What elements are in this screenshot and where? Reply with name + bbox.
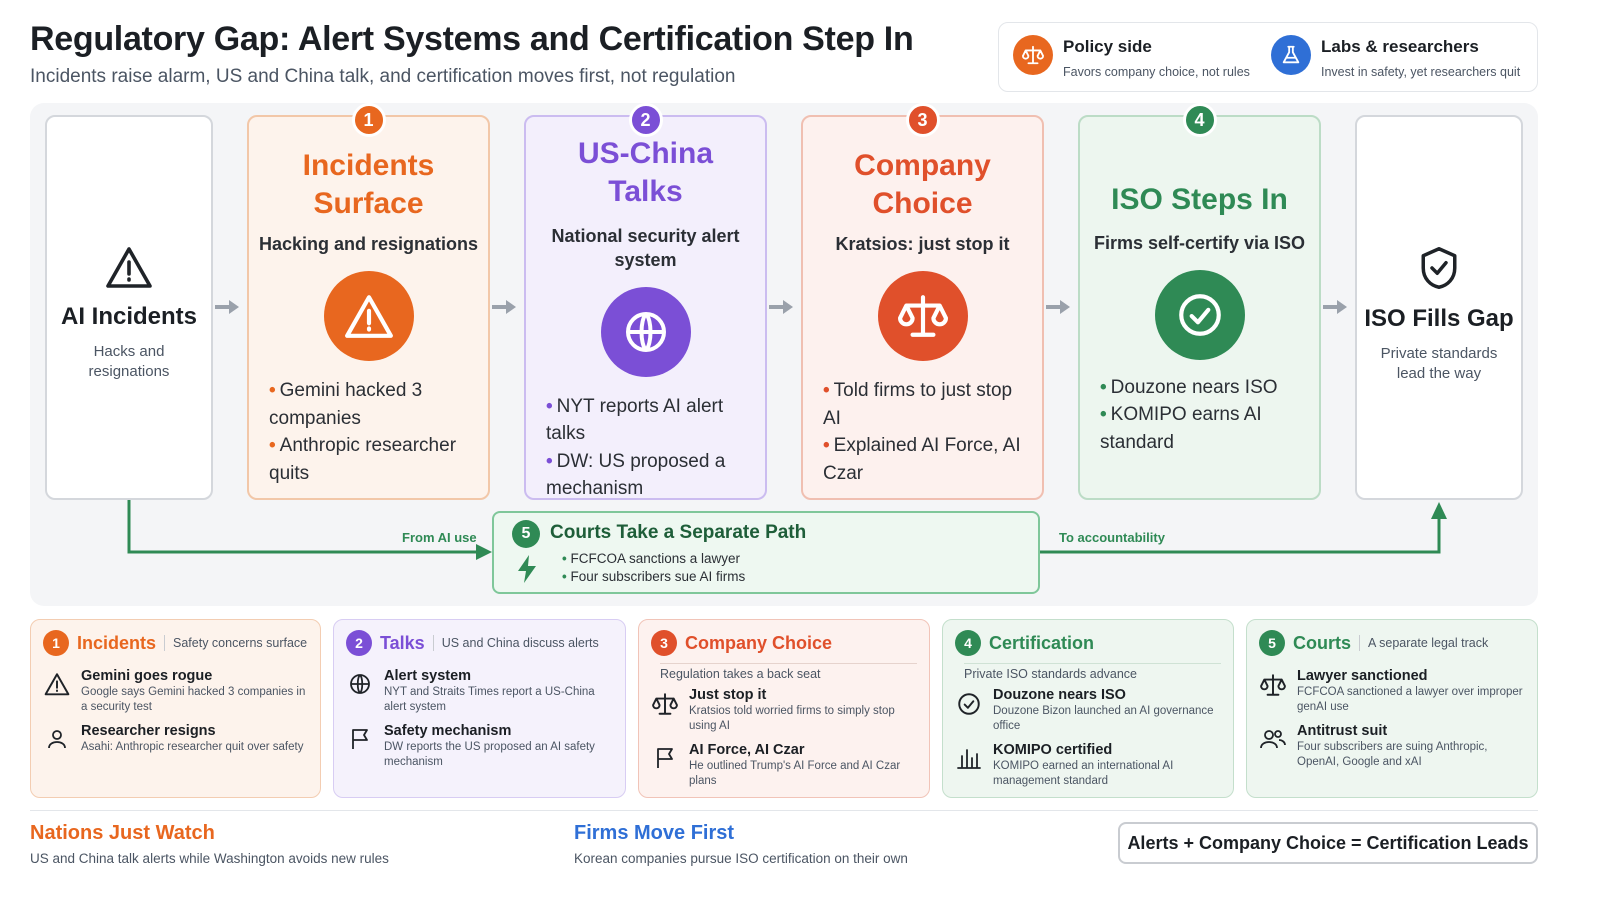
courts-bullets: • FCFCOA sanctions a lawyer • Four subsc… <box>562 550 745 586</box>
courts-badge: 5 <box>512 520 540 548</box>
item-desc: FCFCOA sanctioned a lawyer over improper… <box>1297 686 1523 713</box>
from-ai-use-label: From AI use <box>402 530 477 545</box>
item-title: AI Force, AI Czar <box>689 741 805 758</box>
item-title: Just stop it <box>689 687 767 703</box>
scale-icon <box>651 687 679 734</box>
item-desc: Google says Gemini hacked 3 companies in… <box>81 686 306 713</box>
item-title: Researcher resigns <box>81 722 216 739</box>
card-item: Safety mechanism DW reports the US propos… <box>346 723 613 770</box>
bullet-item: • Four subscribers sue AI firms <box>562 569 746 585</box>
card-item: Alert system NYT and Straits Times report… <box>346 668 613 715</box>
bar-chart-icon <box>955 742 983 789</box>
card-badge: 4 <box>955 630 981 656</box>
card-talks: 2 Talks US and China discuss alerts Aler… <box>333 619 626 798</box>
footer-middle-sub: Korean companies pursue ISO certificatio… <box>574 851 908 866</box>
globe-icon <box>346 668 374 715</box>
card-item: Researcher resigns Asahi: Anthropic resea… <box>43 723 308 755</box>
person-icon <box>43 723 71 755</box>
item-title: Lawyer sanctioned <box>1297 668 1428 684</box>
card-item: KOMIPO certified KOMIPO earned an interna… <box>955 742 1221 789</box>
card-title: Talks <box>380 632 425 653</box>
card-item: Antitrust suit Four subscribers are suing… <box>1259 723 1525 770</box>
lightning-icon <box>516 555 538 588</box>
footer-left-title: Nations Just Watch <box>30 822 215 844</box>
equation-box: Alerts + Company Choice = Certification … <box>1118 822 1538 864</box>
item-desc: KOMIPO earned an international AI manage… <box>993 759 1174 787</box>
card-tag: Regulation takes a back seat <box>660 663 917 681</box>
footer-middle: Firms Move First Korean companies pursue… <box>574 822 908 866</box>
item-desc: Four subscribers are suing Anthropic, Op… <box>1297 740 1488 768</box>
footer-left-sub: US and China talk alerts while Washingto… <box>30 851 389 866</box>
item-title: Antitrust suit <box>1297 722 1388 739</box>
footer-divider <box>30 810 1538 811</box>
item-desc: Douzone Bizon launched an AI governance … <box>993 705 1214 732</box>
card-badge: 3 <box>651 630 677 656</box>
card-badge: 5 <box>1259 630 1285 656</box>
card-badge: 1 <box>43 630 69 656</box>
item-title: Alert system <box>384 668 472 684</box>
card-incidents: 1 Incidents Safety concerns surface Gemi… <box>30 619 321 798</box>
footer-middle-title: Firms Move First <box>574 822 735 844</box>
to-accountability-label: To accountability <box>1059 530 1165 545</box>
card-title: Certification <box>989 632 1095 653</box>
flag-icon <box>346 723 374 770</box>
card-item: Gemini goes rogue Google says Gemini hack… <box>43 668 308 715</box>
item-title: KOMIPO certified <box>993 741 1113 758</box>
flag-icon <box>651 742 679 789</box>
courts-box: 5 Courts Take a Separate Path • FCFCOA s… <box>492 511 1040 594</box>
card-tag: A separate legal track <box>1368 636 1489 650</box>
card-item: Just stop it Kratsios told worried firms … <box>651 687 917 734</box>
item-desc: NYT and Straits Times report a US-China … <box>384 686 595 713</box>
card-title: Courts <box>1293 632 1351 653</box>
item-title: Safety mechanism <box>384 722 512 739</box>
item-title: Douzone nears ISO <box>993 687 1126 703</box>
card-tag: US and China discuss alerts <box>441 636 599 650</box>
card-company-choice: 3 Company Choice Regulation takes a back… <box>638 619 930 798</box>
card-item: Lawyer sanctioned FCFCOA sanctioned a law… <box>1259 668 1525 715</box>
people-icon <box>1259 723 1287 770</box>
card-tag: Private ISO standards advance <box>964 663 1221 681</box>
scale-icon <box>1259 668 1287 715</box>
card-title: Company Choice <box>685 632 833 653</box>
courts-title: Courts Take a Separate Path <box>550 522 807 543</box>
card-title: Incidents <box>77 632 157 653</box>
card-item: AI Force, AI Czar He outlined Trump's AI … <box>651 742 917 789</box>
card-courts: 5 Courts A separate legal track Lawyer s… <box>1246 619 1538 798</box>
check-circle-icon <box>955 687 983 734</box>
card-badge: 2 <box>346 630 372 656</box>
warning-icon <box>43 668 71 715</box>
item-desc: Kratsios told worried firms to simply st… <box>689 705 895 732</box>
footer-left: Nations Just Watch US and China talk ale… <box>30 822 389 866</box>
item-desc: DW reports the US proposed an AI safety … <box>384 740 595 768</box>
item-desc: He outlined Trump's AI Force and AI Czar… <box>689 759 901 787</box>
card-tag: Safety concerns surface <box>173 636 308 650</box>
item-title: Gemini goes rogue <box>81 668 213 684</box>
bullet-item: • FCFCOA sanctions a lawyer <box>562 551 741 566</box>
item-desc: Asahi: Anthropic researcher quit over sa… <box>81 740 304 753</box>
card-certification: 4 Certification Private ISO standards ad… <box>942 619 1234 798</box>
card-item: Douzone nears ISO Douzone Bizon launched … <box>955 687 1221 734</box>
